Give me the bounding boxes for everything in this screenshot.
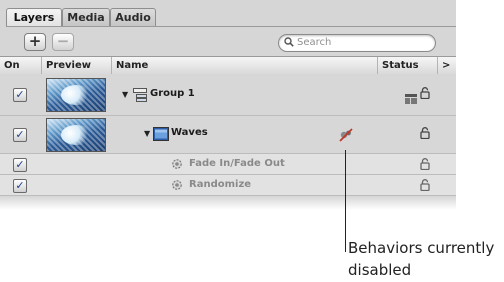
search-field[interactable] <box>278 34 436 52</box>
image-layer-icon <box>153 126 169 145</box>
column-overflow-button[interactable]: > <box>438 57 456 74</box>
layer-preview-thumbnail <box>46 78 106 112</box>
behaviors-disabled-icon[interactable] <box>339 127 353 146</box>
layer-enable-checkbox[interactable]: ✓ <box>13 88 27 102</box>
search-input[interactable] <box>297 36 427 49</box>
column-preview[interactable]: Preview <box>42 57 112 74</box>
column-header: On Preview Name Status > <box>0 56 456 75</box>
layer-name: Group 1 <box>150 88 195 99</box>
layer-row-waves[interactable]: ✓ ▼ Waves <box>0 116 456 154</box>
column-on[interactable]: On <box>0 57 42 74</box>
column-name[interactable]: Name <box>112 57 378 74</box>
layer-row-group-1[interactable]: ✓ ▼ Group 1 <box>0 74 456 116</box>
group-status-icon <box>405 89 417 108</box>
callout-line <box>345 150 346 252</box>
lock-icon[interactable] <box>420 179 430 194</box>
layer-enable-checkbox[interactable]: ✓ <box>13 128 27 142</box>
tab-layers[interactable]: Layers <box>6 8 62 27</box>
behavior-name: Fade In/Fade Out <box>189 158 285 169</box>
remove-layer-button[interactable]: − <box>52 33 74 51</box>
layer-name: Waves <box>171 127 208 138</box>
behavior-row-fade-in-fade-out[interactable]: ✓ Fade In/Fade Out <box>0 154 456 175</box>
lock-icon[interactable] <box>420 87 430 102</box>
tab-media[interactable]: Media <box>62 8 110 27</box>
callout-label: Behaviors currently disabled <box>348 239 495 279</box>
panel-bottom-edge <box>0 196 456 210</box>
group-icon <box>133 87 147 106</box>
behavior-row-randomize[interactable]: ✓ Randomize <box>0 175 456 196</box>
behavior-gear-icon <box>170 157 184 174</box>
lock-icon[interactable] <box>420 127 430 142</box>
behavior-name: Randomize <box>189 179 252 190</box>
add-layer-button[interactable]: + <box>24 33 46 51</box>
tab-divider <box>6 26 456 27</box>
layers-panel: Layers Media Audio + − On Preview Name S… <box>0 0 456 210</box>
behavior-enable-checkbox[interactable]: ✓ <box>13 158 27 172</box>
behavior-enable-checkbox[interactable]: ✓ <box>13 179 27 193</box>
behavior-gear-icon <box>170 178 184 195</box>
layer-preview-thumbnail <box>46 118 106 152</box>
column-status[interactable]: Status <box>378 57 438 74</box>
disclosure-triangle-icon[interactable]: ▼ <box>122 90 128 99</box>
search-icon <box>284 37 294 50</box>
disclosure-triangle-icon[interactable]: ▼ <box>144 129 150 138</box>
lock-icon[interactable] <box>420 158 430 173</box>
tab-audio[interactable]: Audio <box>110 8 156 27</box>
